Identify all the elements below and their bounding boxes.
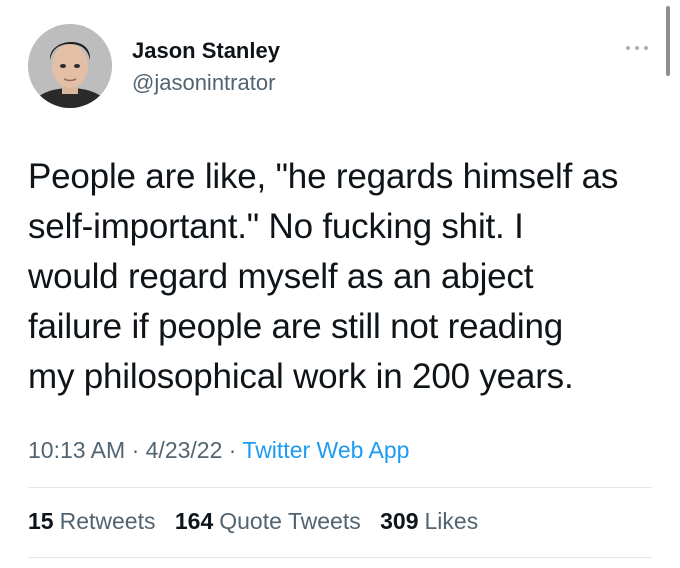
divider xyxy=(28,487,652,488)
divider xyxy=(28,557,652,558)
tweet-time[interactable]: 10:13 AM xyxy=(28,437,125,463)
avatar-photo xyxy=(28,24,112,108)
quote-tweets-label: Quote Tweets xyxy=(219,508,361,534)
author-handle[interactable]: @jasonintrator xyxy=(132,70,275,96)
retweets-label: Retweets xyxy=(59,508,156,534)
likes-stat[interactable]: 309 Likes xyxy=(380,508,478,535)
meta-separator: · xyxy=(222,437,243,463)
tweet-text-line: my philosophical work in 200 years. xyxy=(28,357,574,396)
meta-separator: · xyxy=(125,437,146,463)
tweet-text: People are like, "he regards himself as … xyxy=(28,152,664,402)
scrollbar[interactable] xyxy=(666,6,670,76)
author-name[interactable]: Jason Stanley xyxy=(132,38,280,64)
quote-tweets-count: 164 xyxy=(174,508,214,534)
avatar[interactable] xyxy=(28,24,112,108)
tweet-stats: 15 Retweets 164 Quote Tweets 309 Likes xyxy=(28,508,491,535)
more-dots-icon[interactable] xyxy=(622,38,652,58)
tweet-text-line: People are like, "he regards himself as xyxy=(28,157,619,196)
likes-label: Likes xyxy=(424,508,479,534)
retweets-count: 15 xyxy=(28,508,54,534)
retweets-stat[interactable]: 15 Retweets xyxy=(28,508,155,535)
tweet-date[interactable]: 4/23/22 xyxy=(146,437,223,463)
likes-count: 309 xyxy=(380,508,419,534)
quote-tweets-stat[interactable]: 164 Quote Tweets xyxy=(175,508,361,535)
tweet-text-line: failure if people are still not reading xyxy=(28,307,564,346)
tweet-text-line: would regard myself as an abject xyxy=(28,257,534,296)
tweet-text-line: self-important." No fucking shit. I xyxy=(28,207,524,246)
tweet-source-link[interactable]: Twitter Web App xyxy=(242,437,409,463)
tweet-meta: 10:13 AM · 4/23/22 · Twitter Web App xyxy=(28,437,409,464)
